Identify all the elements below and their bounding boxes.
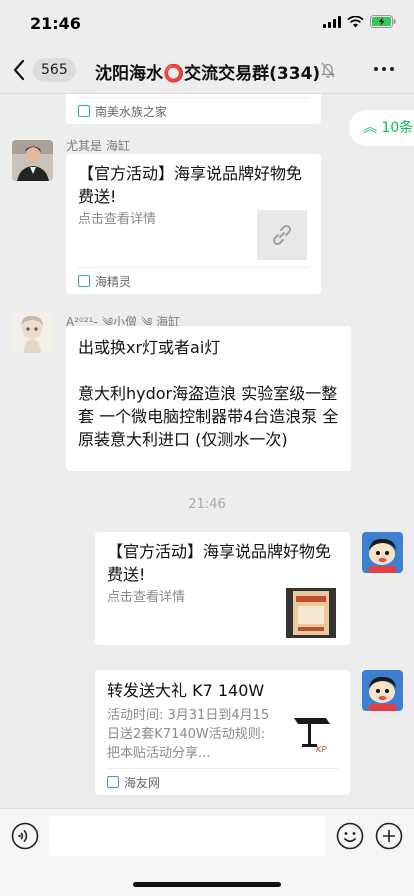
card-source-row: 海精灵 (78, 267, 309, 294)
mini-program-icon (78, 275, 90, 287)
text-message[interactable]: 出或换xr灯或者ai灯 意大利hydor海盗造浪 实验室级一整套 一个微电脑控制… (66, 326, 351, 471)
mini-program-icon (107, 776, 119, 788)
card-description: 活动时间: 3月31日到4月15日送2套K7140W活动规则: 把本贴活动分享.… (107, 708, 270, 761)
card-thumbnail (286, 588, 336, 638)
more-functions-plus-icon[interactable] (375, 822, 403, 850)
mini-program-icon (78, 105, 90, 117)
my-avatar[interactable] (362, 532, 403, 573)
card-description: 点击查看详情 (78, 212, 157, 227)
card-title: 转发送大礼 K7 140W (107, 681, 265, 700)
wifi-icon (347, 15, 364, 27)
lamp-product-image: KP (286, 708, 336, 758)
thumb-label: KP (316, 745, 327, 754)
avatar-person-photo (12, 140, 53, 181)
avatar[interactable] (12, 312, 53, 353)
avatar[interactable] (12, 140, 53, 181)
chat-header: 565 沈阳海水⭕️交流交易群(334) (0, 46, 414, 94)
message-input[interactable] (49, 816, 325, 856)
status-icons (323, 15, 396, 28)
new-messages-pill[interactable]: ︽ 10条新 (349, 110, 414, 146)
card-source-row: 海友网 (107, 768, 338, 795)
back-chevron-icon[interactable] (12, 59, 26, 81)
time-divider: 21:46 (188, 497, 226, 512)
battery-charging-icon (370, 15, 396, 28)
my-link-card[interactable]: 【官方活动】海享说品牌好物免费送! 点击查看详情 (95, 532, 350, 645)
sender-name: 尤其是 海缸 (66, 139, 130, 153)
card-source-row: 南美水族之家 (78, 97, 309, 124)
more-options-button[interactable] (374, 67, 394, 71)
card-description: 点击查看详情 (107, 590, 186, 605)
home-indicator (133, 882, 281, 887)
double-chevron-up-icon: ︽ (363, 120, 377, 136)
status-bar: 21:46 (0, 0, 414, 46)
voice-input-icon[interactable] (11, 822, 39, 850)
card-thumbnail: KP (286, 708, 336, 758)
cellular-signal-icon (323, 15, 341, 28)
emoji-icon[interactable] (336, 822, 364, 850)
new-messages-label: 10条新 (381, 120, 414, 136)
product-poster-image (286, 588, 336, 638)
avatar-cartoon-image (362, 670, 403, 711)
link-card-partial[interactable]: 南美水族之家 (66, 94, 321, 124)
card-title: 【官方活动】海享说品牌好物免费送! (107, 542, 332, 584)
status-time: 21:46 (30, 14, 81, 33)
avatar-doll-image (12, 312, 53, 353)
mute-bell-icon (321, 62, 335, 78)
avatar-cartoon-image (362, 532, 403, 573)
card-source-name: 南美水族之家 (95, 104, 168, 119)
chat-title: 沈阳海水⭕️交流交易群(334) (95, 64, 321, 84)
link-icon (272, 224, 292, 246)
my-link-card[interactable]: 转发送大礼 K7 140W 活动时间: 3月31日到4月15日送2套K7140W… (95, 670, 350, 795)
message-list[interactable]: 南美水族之家 ︽ 10条新 尤其是 海缸 【官方活动】海享说品牌好物免费送! 点… (0, 94, 414, 808)
card-title: 【官方活动】海享说品牌好物免费送! (78, 164, 303, 206)
link-card[interactable]: 【官方活动】海享说品牌好物免费送! 点击查看详情 海精灵 (66, 154, 321, 294)
card-source-name: 海友网 (124, 775, 161, 790)
my-avatar[interactable] (362, 670, 403, 711)
unread-count-badge[interactable]: 565 (33, 58, 76, 82)
card-thumbnail (257, 210, 307, 260)
card-source-name: 海精灵 (95, 274, 132, 289)
